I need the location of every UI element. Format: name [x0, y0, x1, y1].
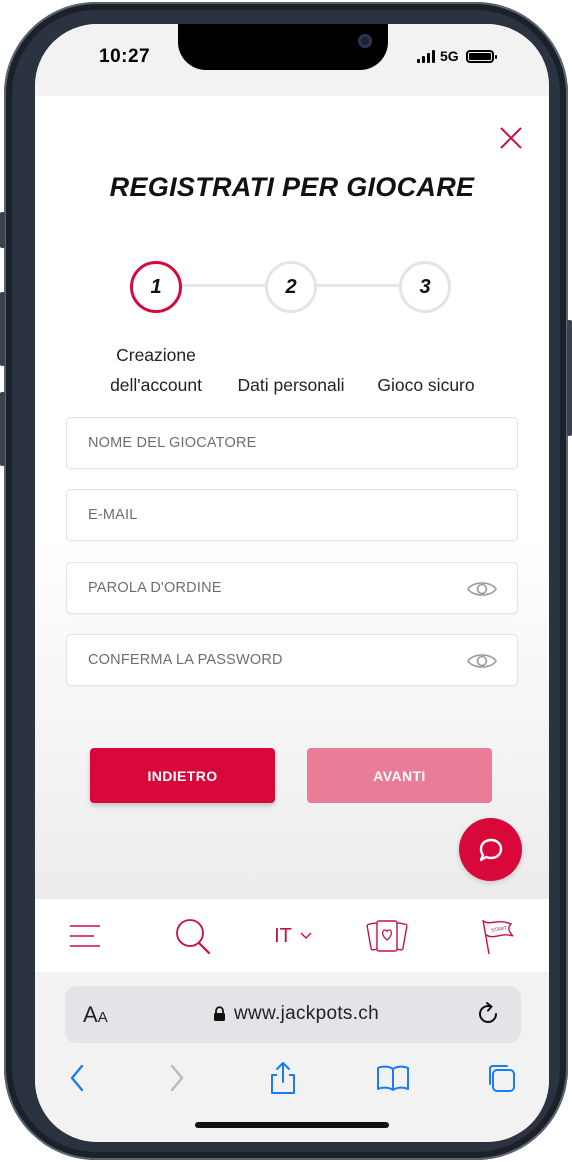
- aa-large: A: [83, 1002, 98, 1027]
- bookmarks-button[interactable]: [373, 1060, 413, 1096]
- email-input[interactable]: [67, 490, 517, 540]
- step-1-circle: 1: [130, 261, 182, 313]
- confirm-password-field: [66, 634, 518, 686]
- battery-icon: [465, 49, 497, 63]
- status-time: 10:27: [99, 46, 151, 67]
- phone-frame: 10:27 5G REGISTRATI PER GIOCARE 1 2 3 Cr…: [0, 2, 572, 1160]
- tabs-icon: [489, 1065, 515, 1092]
- screen: 10:27 5G REGISTRATI PER GIOCARE 1 2 3 Cr…: [35, 24, 549, 1142]
- step-3-circle: 3: [399, 261, 451, 313]
- language-selector[interactable]: IT: [263, 899, 323, 973]
- search-icon: [176, 919, 211, 955]
- address-bar[interactable]: AA www.jackpots.ch: [65, 986, 521, 1043]
- reader-settings-button[interactable]: AA: [83, 1002, 108, 1028]
- share-button[interactable]: [263, 1060, 303, 1096]
- step-3-label: Gioco sicuro: [377, 375, 475, 395]
- registration-modal: REGISTRATI PER GIOCARE 1 2 3 Creazione d…: [35, 96, 549, 898]
- casino-button[interactable]: [365, 899, 409, 973]
- network-type: 5G: [440, 48, 459, 64]
- search-button[interactable]: [171, 899, 215, 973]
- forward-nav-button[interactable]: [157, 1060, 197, 1096]
- chat-button[interactable]: [459, 818, 522, 881]
- mute-switch: [0, 212, 5, 248]
- email-field: [66, 489, 518, 541]
- tabs-button[interactable]: [481, 1060, 521, 1096]
- menu-button[interactable]: [65, 899, 105, 973]
- step-1-number: 1: [150, 275, 162, 298]
- step-2-number: 2: [285, 275, 297, 298]
- status-bar: 10:27 5G: [35, 24, 549, 96]
- show-password-icon[interactable]: [467, 579, 497, 599]
- volume-down-button: [0, 392, 5, 466]
- book-icon: [377, 1065, 409, 1091]
- start-flag-icon: START: [482, 919, 514, 955]
- browser-toolbar: AA www.jackpots.ch: [35, 972, 549, 1142]
- confirm-password-input[interactable]: [67, 635, 517, 685]
- chevron-down-icon: [300, 932, 312, 939]
- password-field: [66, 562, 518, 614]
- player-name-field: [66, 417, 518, 469]
- step-1-label: Creazione dell'account: [91, 340, 221, 400]
- player-name-input[interactable]: [67, 418, 517, 468]
- aa-small: A: [97, 1009, 108, 1026]
- close-icon[interactable]: [497, 124, 525, 152]
- url-text: www.jackpots.ch: [234, 1003, 379, 1024]
- step-1-label-line2: dell'account: [110, 375, 202, 395]
- step-1-label-line1: Creazione: [116, 345, 196, 365]
- page-title: REGISTRATI PER GIOCARE: [109, 172, 475, 202]
- notch: [178, 24, 388, 70]
- home-indicator: [195, 1122, 389, 1128]
- front-camera: [358, 34, 372, 48]
- back-nav-button[interactable]: [57, 1060, 97, 1096]
- chevron-right-icon: [170, 1064, 184, 1092]
- share-icon: [271, 1062, 295, 1094]
- start-button[interactable]: START: [475, 899, 519, 973]
- status-icons: 5G: [417, 48, 497, 64]
- cards-icon: [366, 920, 408, 952]
- chevron-left-icon: [70, 1064, 84, 1092]
- lock-icon: [214, 1006, 225, 1021]
- svg-text:START: START: [491, 926, 508, 934]
- reload-icon[interactable]: [475, 1001, 501, 1027]
- back-button[interactable]: INDIETRO: [90, 748, 275, 803]
- language-code: IT: [274, 924, 292, 947]
- chat-bubble-icon: [479, 838, 502, 861]
- step-2-label: Dati personali: [237, 375, 345, 395]
- volume-up-button: [0, 292, 5, 366]
- url-display[interactable]: www.jackpots.ch: [213, 1003, 379, 1025]
- power-button: [567, 320, 572, 436]
- show-confirm-password-icon[interactable]: [467, 651, 497, 671]
- next-button[interactable]: AVANTI: [307, 748, 492, 803]
- signal-icon: [417, 49, 435, 63]
- menu-icon: [70, 925, 100, 947]
- site-bottom-nav: IT START: [35, 898, 549, 972]
- password-input[interactable]: [67, 563, 517, 613]
- step-3-number: 3: [419, 275, 431, 298]
- step-2-circle: 2: [265, 261, 317, 313]
